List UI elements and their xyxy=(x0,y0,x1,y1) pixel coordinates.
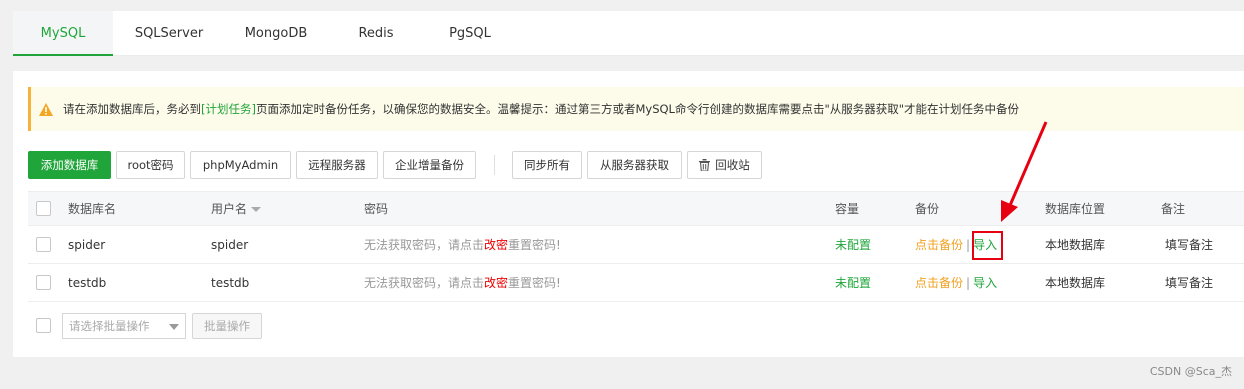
header-capacity: 容量 xyxy=(835,202,860,216)
password-hint-suffix: 重置密码! xyxy=(508,238,561,252)
backup-cell: 点击备份 | 导入 xyxy=(915,274,998,291)
phpmyadmin-button[interactable]: phpMyAdmin xyxy=(190,151,291,179)
trash-icon xyxy=(699,159,711,171)
change-password-link[interactable]: 改密 xyxy=(484,236,508,253)
toolbar-divider xyxy=(494,155,495,175)
header-password: 密码 xyxy=(364,202,389,216)
cron-task-link[interactable]: [计划任务] xyxy=(201,101,256,117)
backup-notice: 请在添加数据库后，务必到 [计划任务] 页面添加定时备份任务，以确保您的数据安全。温… xyxy=(28,87,1244,131)
enterprise-backup-button[interactable]: 企业增量备份 xyxy=(383,151,476,179)
db-password: 无法获取密码，请点击 改密 重置密码! xyxy=(364,264,561,301)
import-link[interactable]: 导入 xyxy=(973,274,997,291)
recycle-bin-button[interactable]: 回收站 xyxy=(687,151,762,179)
change-password-link[interactable]: 改密 xyxy=(484,274,508,291)
db-type-tabs: MySQL SQLServer MongoDB Redis PgSQL xyxy=(13,11,1244,56)
batch-operation-button[interactable]: 批量操作 xyxy=(192,313,262,339)
tab-mysql[interactable]: MySQL xyxy=(13,11,113,56)
footer-select-all-checkbox[interactable] xyxy=(36,318,51,333)
get-from-server-button[interactable]: 从服务器获取 xyxy=(587,151,682,179)
db-location: 本地数据库 xyxy=(1045,238,1106,252)
header-backup: 备份 xyxy=(915,202,940,216)
notice-suffix: 页面添加定时备份任务，以确保您的数据安全。温馨提示：通过第三方或者MySQL命令… xyxy=(255,102,1020,116)
db-user: testdb xyxy=(211,275,250,290)
recycle-bin-label: 回收站 xyxy=(715,158,750,172)
password-hint-suffix: 重置密码! xyxy=(508,276,561,290)
watermark: CSDN @Sca_杰 xyxy=(1149,365,1232,378)
add-database-button[interactable]: 添加数据库 xyxy=(28,151,111,179)
main-panel: 请在添加数据库后，务必到 [计划任务] 页面添加定时备份任务，以确保您的数据安全。温… xyxy=(13,71,1244,357)
capacity-link[interactable]: 未配置 xyxy=(835,226,871,263)
db-user: spider xyxy=(211,237,249,252)
chevron-down-icon xyxy=(169,324,179,330)
db-password: 无法获取密码，请点击 改密 重置密码! xyxy=(364,226,561,263)
table-row: testdb testdb 无法获取密码，请点击 改密 重置密码! 未配置 点击备份… xyxy=(28,264,1244,302)
row-checkbox[interactable] xyxy=(36,275,51,290)
remark-field[interactable]: 填写备注 xyxy=(1165,226,1213,263)
header-name[interactable]: 数据库名 xyxy=(68,192,116,225)
capacity-link[interactable]: 未配置 xyxy=(835,264,871,301)
table-row: spider spider 无法获取密码，请点击 改密 重置密码! 未配置 点击备份… xyxy=(28,226,1244,264)
db-location: 本地数据库 xyxy=(1045,276,1106,290)
select-all-checkbox[interactable] xyxy=(36,201,51,216)
header-user[interactable]: 用户名 xyxy=(211,192,262,225)
remote-server-button[interactable]: 远程服务器 xyxy=(296,151,378,179)
batch-operation-select[interactable]: 请选择批量操作 xyxy=(62,313,186,339)
password-hint: 无法获取密码，请点击 xyxy=(364,276,485,290)
tab-sqlserver[interactable]: SQLServer xyxy=(113,11,225,56)
warning-icon xyxy=(39,102,53,116)
row-checkbox[interactable] xyxy=(36,237,51,252)
backup-link[interactable]: 点击备份 xyxy=(915,236,963,253)
header-location: 数据库位置 xyxy=(1045,202,1106,216)
annotation-highlight-box xyxy=(972,231,1003,260)
tab-mongodb[interactable]: MongoDB xyxy=(225,11,327,56)
tab-redis[interactable]: Redis xyxy=(327,11,425,56)
tab-pgsql[interactable]: PgSQL xyxy=(425,11,515,56)
remark-field[interactable]: 填写备注 xyxy=(1165,264,1213,301)
backup-link[interactable]: 点击备份 xyxy=(915,274,963,291)
table-header: 数据库名 用户名 密码 容量 备份 数据库位置 备注 xyxy=(28,191,1244,226)
sort-down-icon[interactable] xyxy=(251,207,262,212)
db-name: spider xyxy=(68,237,106,252)
header-remark: 备注 xyxy=(1161,202,1186,216)
database-table: 数据库名 用户名 密码 容量 备份 数据库位置 备注 spider spider… xyxy=(28,191,1244,302)
sync-all-button[interactable]: 同步所有 xyxy=(512,151,582,179)
root-password-button[interactable]: root密码 xyxy=(116,151,185,179)
header-user-label: 用户名 xyxy=(211,202,248,216)
password-hint: 无法获取密码，请点击 xyxy=(364,238,485,252)
db-name: testdb xyxy=(68,275,107,290)
notice-prefix: 请在添加数据库后，务必到 xyxy=(63,102,201,116)
batch-select-placeholder: 请选择批量操作 xyxy=(69,319,150,333)
